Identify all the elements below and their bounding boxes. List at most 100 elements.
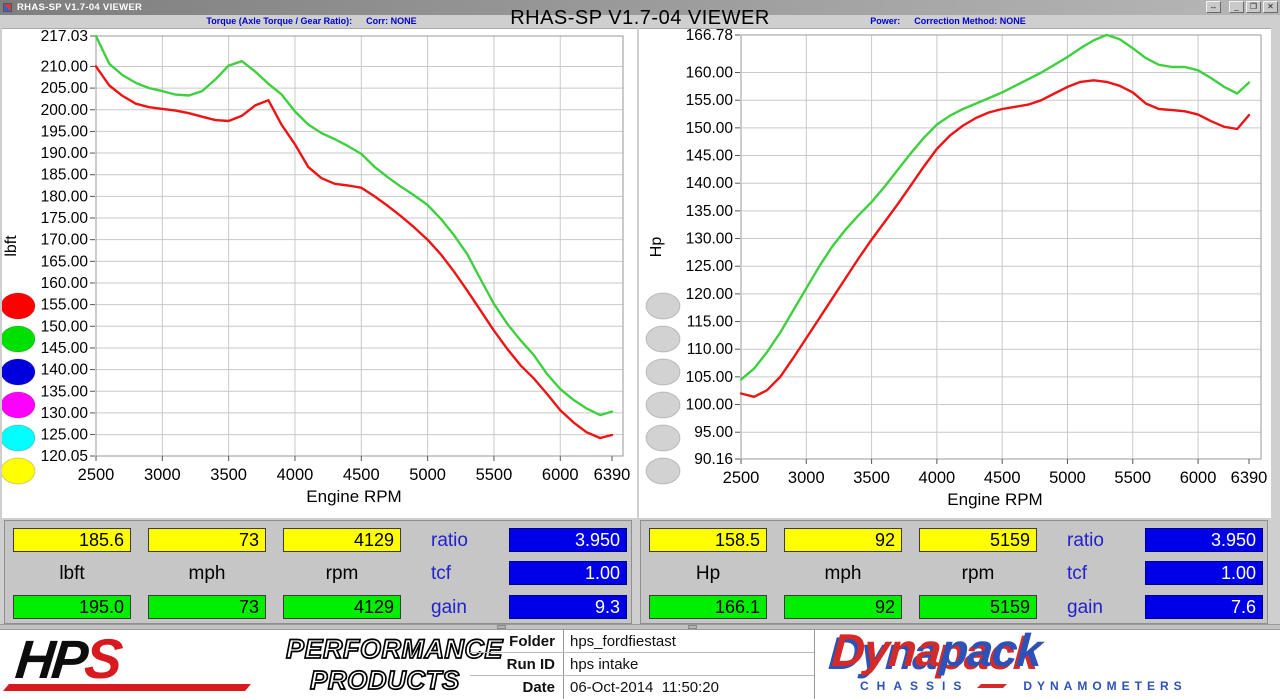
- y-tick-label: 165.00: [41, 253, 89, 270]
- dynapack-chassis-text: CHASSIS: [860, 679, 969, 693]
- ratio-value: 3.950: [509, 528, 627, 552]
- power-run2-rpm: 5159: [919, 595, 1037, 619]
- y-tick-label: 185.00: [41, 167, 89, 184]
- y-tick-label: 155.00: [686, 92, 734, 109]
- torque-run2-mph: 73: [148, 595, 266, 619]
- table-row: Folder hps_fordfiestast: [470, 630, 814, 653]
- y-tick-label: 175.00: [41, 210, 89, 227]
- y-tick-label: 125.00: [41, 427, 89, 444]
- rpm-unit-label: rpm: [919, 563, 1037, 585]
- y-tick-label: 100.00: [686, 397, 734, 414]
- x-tick-label: 5500: [1114, 469, 1151, 487]
- y-tick-label: 105.00: [686, 369, 734, 386]
- y-tick-label: 217.03: [41, 29, 88, 45]
- x-tick-label: 5000: [1049, 469, 1086, 487]
- green-curve: [741, 35, 1249, 380]
- runid-label: Run ID: [470, 653, 563, 675]
- y-tick-label: 150.00: [686, 120, 734, 137]
- x-tick-label: 3500: [210, 466, 247, 484]
- x-tick-label: 6000: [1180, 469, 1217, 487]
- viewer-window: RHAS-SP V1.7-04 VIEWER ↔ _ ❐ ✕ Torque (A…: [0, 0, 1280, 699]
- run-legend-swatch-1[interactable]: [646, 293, 680, 319]
- y-tick-label: 210.00: [41, 58, 89, 75]
- torque-readout-panel: 185.6 73 4129 lbft mph rpm 195.0 73 4129…: [4, 520, 632, 624]
- run-legend-swatch-2[interactable]: [646, 326, 680, 352]
- hps-logo-s: S: [82, 627, 124, 690]
- rpm-unit-label: rpm: [283, 563, 401, 585]
- run-info-table: Folder hps_fordfiestast Run ID hps intak…: [470, 630, 815, 699]
- table-row: Run ID hps intake: [470, 653, 814, 676]
- power-cursor-rpm: 5159: [919, 528, 1037, 552]
- y-tick-label: 120.00: [686, 286, 734, 303]
- x-axis-title: Engine RPM: [306, 487, 401, 506]
- x-tick-label: 5500: [476, 466, 513, 484]
- x-tick-label: 4000: [277, 466, 314, 484]
- y-tick-label: 125.00: [686, 258, 734, 275]
- gain-value: 7.6: [1145, 595, 1263, 619]
- red-curve: [96, 66, 612, 438]
- x-tick-label: 3500: [853, 469, 890, 487]
- hps-products-text: PRODUCTS: [310, 665, 460, 696]
- tcf-value: 1.00: [509, 561, 627, 585]
- y-tick-label: 160.00: [686, 65, 734, 82]
- run-legend-swatch-2[interactable]: [2, 326, 35, 352]
- power-run2-mph: 92: [784, 595, 902, 619]
- y-tick-label: 170.00: [41, 232, 89, 249]
- y-tick-label: 130.00: [41, 405, 89, 422]
- x-tick-label: 3000: [144, 466, 181, 484]
- y-tick-label: 130.00: [686, 231, 734, 248]
- power-chart[interactable]: 166.78160.00155.00150.00145.00140.00135.…: [639, 28, 1271, 518]
- run-legend-swatch-6[interactable]: [646, 458, 680, 484]
- y-tick-label: 95.00: [694, 424, 733, 441]
- run-legend-swatch-3[interactable]: [2, 359, 35, 385]
- gain-value: 9.3: [509, 595, 627, 619]
- run-legend-swatch-4[interactable]: [646, 392, 680, 418]
- x-tick-label: 6000: [542, 466, 579, 484]
- power-readout-panel: 158.5 92 5159 Hp mph rpm 166.1 92 5159 r…: [640, 520, 1268, 624]
- table-row: Date 06-Oct-2014 11:50:20: [470, 676, 814, 699]
- power-run2-value: 166.1: [649, 595, 767, 619]
- x-tick-label: 6390: [594, 466, 631, 484]
- dynapack-logo-pack: pack: [939, 624, 1043, 676]
- splitter-nub[interactable]: [688, 625, 697, 629]
- ratio-value: 3.950: [1145, 528, 1263, 552]
- y-tick-label: 135.00: [41, 383, 89, 400]
- power-cursor-value: 158.5: [649, 528, 767, 552]
- ratio-label: ratio: [1067, 530, 1141, 552]
- dynapack-logo: Dynapack CHASSIS DYNAMOMETERS: [832, 631, 1272, 697]
- x-tick-label: 6390: [1231, 469, 1268, 487]
- ratio-label: ratio: [431, 530, 505, 552]
- y-tick-label: 180.00: [41, 188, 89, 205]
- torque-chart[interactable]: 217.03210.00205.00200.00195.00190.00185.…: [2, 28, 637, 518]
- date-value: 06-Oct-2014 11:50:20: [563, 676, 814, 699]
- dynapack-slash: [977, 684, 1007, 688]
- x-axis-title: Engine RPM: [947, 490, 1042, 509]
- folder-value: hps_fordfiestast: [563, 630, 814, 652]
- y-tick-label: 120.05: [41, 448, 88, 465]
- y-tick-label: 140.00: [686, 175, 734, 192]
- run-legend-swatch-3[interactable]: [646, 359, 680, 385]
- run-legend-swatch-1[interactable]: [2, 293, 35, 319]
- y-tick-label: 200.00: [41, 102, 89, 119]
- torque-cursor-rpm: 4129: [283, 528, 401, 552]
- splitter-nub[interactable]: [497, 625, 506, 629]
- mph-unit-label: mph: [784, 563, 902, 585]
- run-legend-swatch-4[interactable]: [2, 392, 35, 418]
- tcf-label: tcf: [431, 563, 505, 585]
- runid-value: hps intake: [563, 653, 814, 675]
- hps-logo-swoosh: [3, 684, 251, 691]
- torque-cursor-mph: 73: [148, 528, 266, 552]
- run-legend-swatch-5[interactable]: [2, 425, 35, 451]
- torque-run2-rpm: 4129: [283, 595, 401, 619]
- run-legend-swatch-5[interactable]: [646, 425, 680, 451]
- y-tick-label: 205.00: [41, 80, 89, 97]
- dynapack-dynamometers-text: DYNAMOMETERS: [1023, 679, 1186, 693]
- y-axis-title: Hp: [648, 237, 665, 258]
- power-unit-label: Hp: [649, 563, 767, 585]
- x-tick-label: 4500: [984, 469, 1021, 487]
- date-label: Date: [470, 676, 563, 699]
- y-tick-label: 135.00: [686, 203, 734, 220]
- page-title: RHAS-SP V1.7-04 VIEWER: [0, 7, 1280, 30]
- y-tick-label: 140.00: [41, 362, 89, 379]
- run-legend-swatch-6[interactable]: [2, 458, 35, 484]
